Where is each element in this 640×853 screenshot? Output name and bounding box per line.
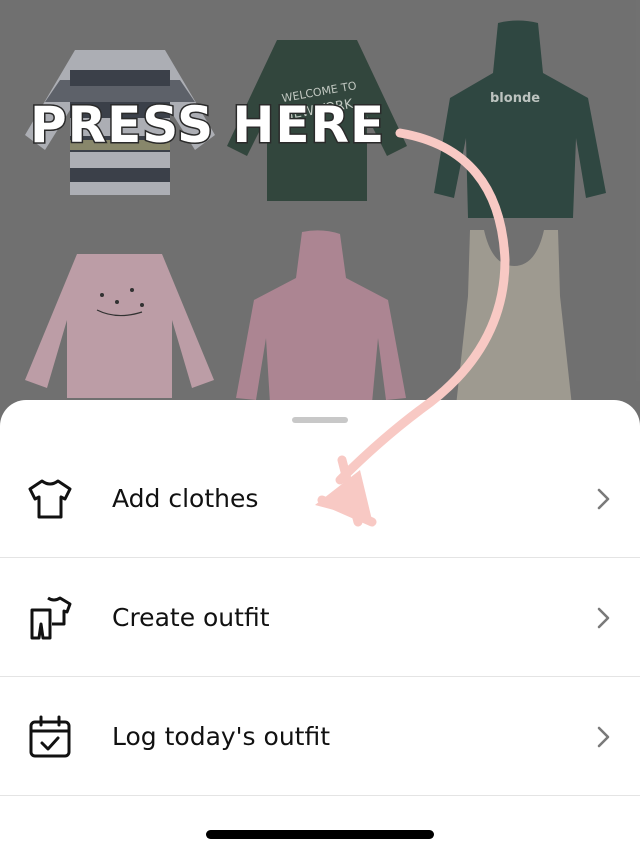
outfit-icon (30, 596, 72, 639)
log-todays-outfit-label: Log today's outfit (112, 722, 331, 751)
chevron-right-icon (597, 726, 610, 747)
chevron-right-icon (597, 488, 610, 509)
sheet-grabber[interactable] (292, 417, 348, 423)
log-todays-outfit-row[interactable]: Log today's outfit (0, 678, 640, 796)
create-outfit-label: Create outfit (112, 603, 270, 632)
chevron-right-icon (597, 607, 610, 628)
bottom-sheet: Add clothes Create outfit Log today's ou… (0, 400, 640, 853)
calendar-check-icon (29, 715, 71, 757)
add-clothes-row[interactable]: Add clothes (0, 440, 640, 558)
create-outfit-row[interactable]: Create outfit (0, 559, 640, 677)
press-here-callout: PRESS HERE (28, 96, 386, 154)
shirt-icon (28, 479, 72, 518)
closet-background: WELCOME TO NEW YORK blonde PRESS HERE (0, 0, 640, 420)
dim-overlay (0, 0, 640, 420)
add-clothes-label: Add clothes (112, 484, 259, 513)
home-indicator[interactable] (206, 830, 434, 839)
